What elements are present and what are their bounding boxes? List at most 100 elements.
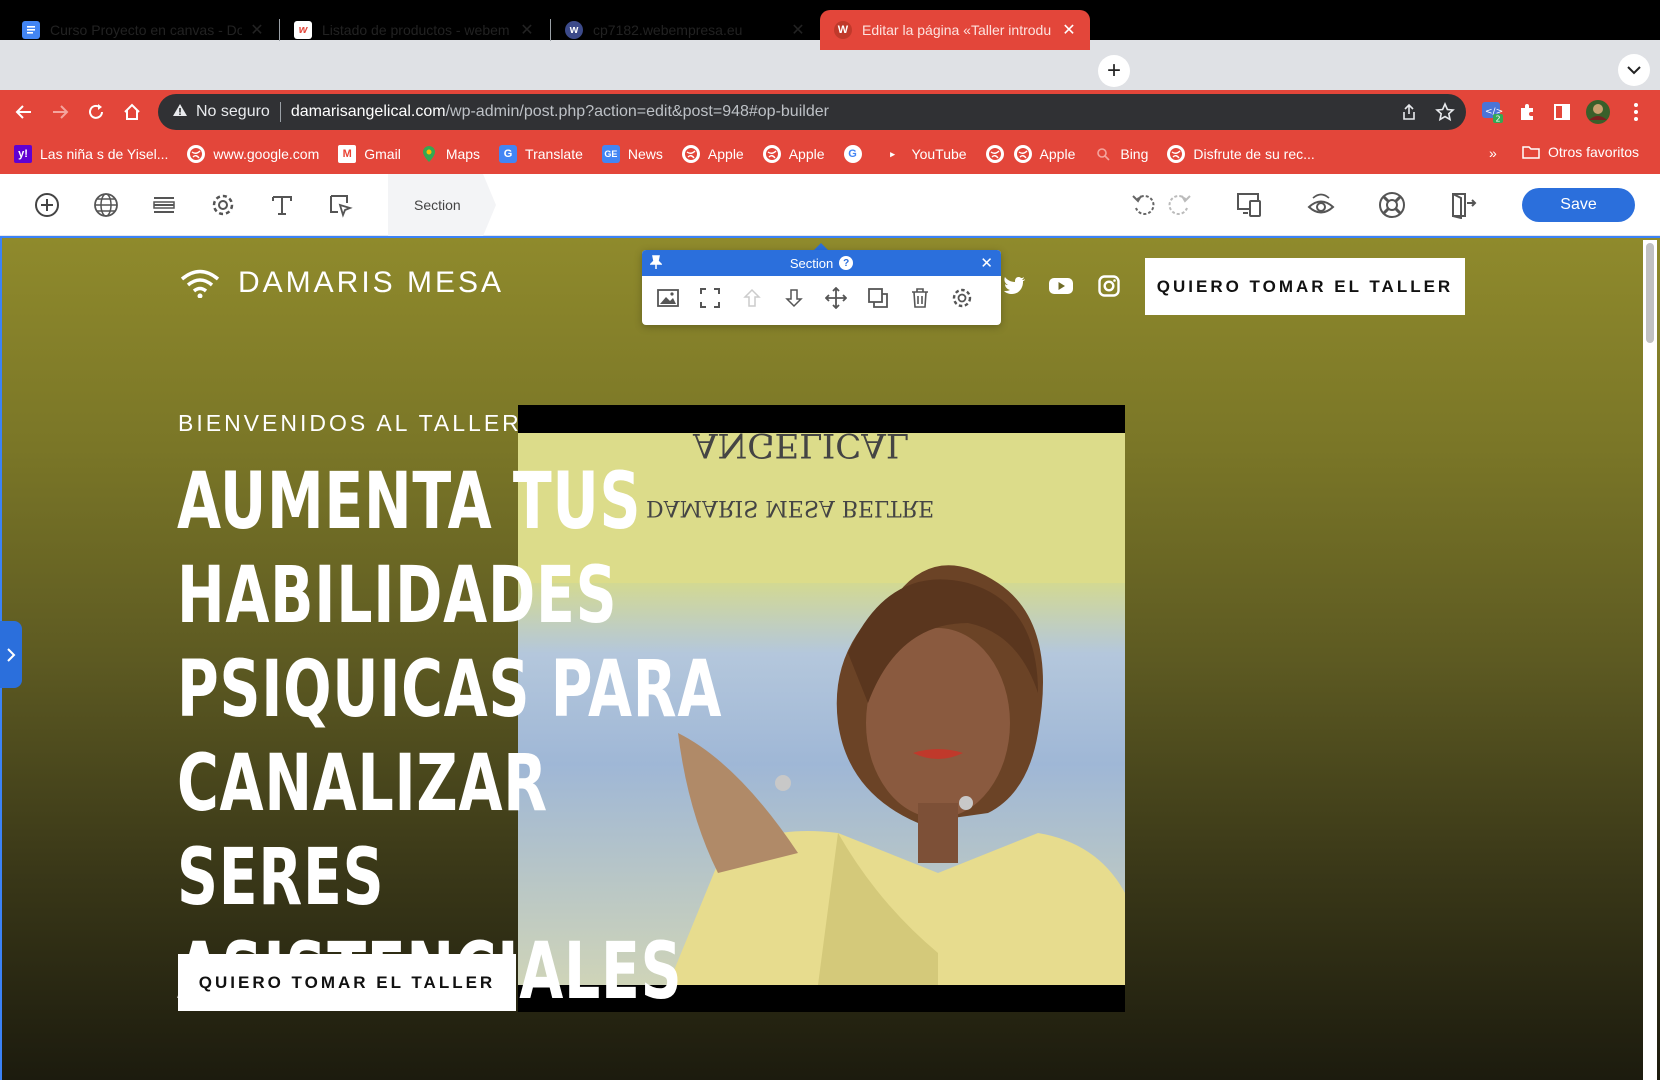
- duplicate-button[interactable]: [866, 286, 890, 310]
- devtools-extension-button[interactable]: </> 2: [1480, 100, 1504, 124]
- bookmark-label: Las niña s de Yisel...: [40, 146, 169, 162]
- move-down-button[interactable]: [782, 286, 806, 310]
- canvas-scrollbar[interactable]: [1643, 240, 1657, 1080]
- hero-cta-button[interactable]: QUIERO TOMAR EL TALLER: [178, 954, 516, 1011]
- reload-button[interactable]: [84, 100, 108, 124]
- page-settings-button[interactable]: [209, 191, 237, 219]
- trash-icon: [912, 288, 928, 308]
- tab-search-button[interactable]: [1618, 54, 1650, 86]
- bookmark-item[interactable]: M Gmail: [338, 145, 401, 163]
- background-image-button[interactable]: [656, 286, 680, 310]
- star-icon: [1435, 102, 1455, 122]
- undo-button[interactable]: [1130, 191, 1158, 219]
- drag-move-button[interactable]: [824, 286, 848, 310]
- bookmark-label: Gmail: [364, 146, 401, 162]
- select-element-button[interactable]: [326, 191, 354, 219]
- browser-tab-products[interactable]: w Listado de productos - webem ✕: [280, 10, 548, 50]
- close-icon[interactable]: ✕: [980, 254, 993, 272]
- add-element-button[interactable]: [33, 191, 61, 219]
- bookmark-item[interactable]: Apple: [762, 145, 825, 163]
- delete-button[interactable]: [908, 286, 932, 310]
- instagram-link[interactable]: [1096, 273, 1122, 299]
- bookmark-item[interactable]: [985, 145, 1004, 163]
- security-label[interactable]: No seguro: [196, 103, 270, 121]
- bookmark-item[interactable]: GE News: [601, 145, 663, 163]
- help-button[interactable]: [1378, 191, 1406, 219]
- bookmark-star-button[interactable]: [1433, 100, 1457, 124]
- save-button[interactable]: Save: [1522, 188, 1635, 222]
- browser-tab-cpanel[interactable]: w cp7182.webempresa.eu ✕: [551, 10, 819, 50]
- home-button[interactable]: [120, 100, 144, 124]
- redo-button[interactable]: [1165, 191, 1193, 219]
- back-arrow-icon: [15, 105, 31, 119]
- bookmark-item[interactable]: Apple: [681, 145, 744, 163]
- wordpress-icon: W: [834, 21, 852, 39]
- address-divider: [279, 102, 281, 122]
- forward-button[interactable]: [48, 100, 72, 124]
- youtube-link[interactable]: [1048, 273, 1074, 299]
- section-toolbar-popup: Section ? ✕: [642, 250, 1001, 325]
- arrow-up-icon: [743, 288, 761, 307]
- header-cta-button[interactable]: QUIERO TOMAR EL TALLER: [1145, 258, 1465, 315]
- breadcrumb[interactable]: Section: [388, 174, 496, 236]
- eye-icon: [1307, 193, 1335, 214]
- popup-caret: [814, 243, 828, 250]
- chevron-down-icon: [1627, 66, 1641, 75]
- browser-tab-editor[interactable]: W Editar la página «Taller introdu ✕: [820, 10, 1090, 50]
- url-path: /wp-admin/post.php?action=edit&post=948#…: [445, 103, 829, 120]
- side-panel-button[interactable]: [1550, 100, 1574, 124]
- close-tab-icon[interactable]: ✕: [789, 20, 807, 40]
- bookmark-item[interactable]: G: [843, 145, 870, 163]
- code-extension-icon: </>2: [1482, 102, 1503, 123]
- bookmark-item[interactable]: ▸ YouTube: [884, 145, 966, 163]
- forward-arrow-icon: [53, 105, 69, 119]
- bookmark-item[interactable]: Disfrute de su rec...: [1167, 145, 1315, 163]
- fullscreen-button[interactable]: [698, 286, 722, 310]
- cursor-select-icon: [330, 195, 353, 218]
- responsive-view-button[interactable]: [1236, 191, 1264, 219]
- typography-button[interactable]: [268, 191, 296, 219]
- logo-text: DAMARIS MESA: [238, 266, 505, 299]
- site-logo[interactable]: DAMARIS MESA: [180, 266, 504, 300]
- bookmark-item[interactable]: y! Las niña s de Yisel...: [14, 145, 168, 163]
- preview-button[interactable]: [1307, 191, 1335, 219]
- bookmark-item[interactable]: www.google.com: [187, 145, 319, 163]
- popup-title: Section: [789, 255, 834, 271]
- pin-icon[interactable]: [649, 255, 663, 272]
- browser-tab-docs[interactable]: Curso Proyecto en canvas - Do ✕: [8, 10, 278, 50]
- webempresa-icon: w: [294, 21, 312, 39]
- maps-icon: [420, 145, 438, 163]
- close-tab-icon[interactable]: ✕: [248, 20, 266, 40]
- tab-title: Listado de productos - webem: [322, 22, 510, 38]
- close-tab-icon[interactable]: ✕: [1060, 20, 1078, 40]
- bookmark-item[interactable]: Maps: [420, 145, 480, 163]
- global-settings-button[interactable]: [92, 191, 120, 219]
- help-icon[interactable]: ?: [839, 256, 854, 270]
- close-tab-icon[interactable]: ✕: [518, 20, 536, 40]
- move-up-button[interactable]: [740, 286, 764, 310]
- layers-button[interactable]: [150, 191, 178, 219]
- other-bookmarks-folder[interactable]: Otros favoritos: [1522, 144, 1639, 160]
- bookmarks-overflow-button[interactable]: »: [1489, 145, 1497, 161]
- browser-menu-button[interactable]: [1624, 100, 1648, 124]
- section-settings-button[interactable]: [950, 286, 974, 310]
- side-panel-toggle[interactable]: [0, 621, 22, 688]
- twitter-link[interactable]: [1001, 273, 1027, 299]
- warning-icon: [172, 103, 188, 122]
- globe-icon: [1167, 145, 1186, 163]
- bookmark-item[interactable]: Bing: [1094, 145, 1148, 163]
- profile-avatar[interactable]: [1586, 100, 1610, 124]
- address-bar[interactable]: No seguro damarisangelical.com/wp-admin/…: [158, 94, 1466, 130]
- share-button[interactable]: [1397, 100, 1421, 124]
- chevron-right-icon: [7, 647, 16, 662]
- new-tab-button[interactable]: +: [1098, 55, 1130, 87]
- back-button[interactable]: [12, 100, 36, 124]
- add-circle-icon: [35, 193, 59, 217]
- bookmark-label: Maps: [445, 146, 481, 162]
- bookmark-item[interactable]: G Translate: [499, 145, 583, 163]
- canvas-scrollbar-thumb[interactable]: [1646, 243, 1654, 343]
- extensions-button[interactable]: [1515, 100, 1539, 124]
- bookmark-item[interactable]: Apple: [1013, 145, 1075, 163]
- exit-builder-button[interactable]: [1449, 191, 1477, 219]
- welcome-subtitle: BIENVENIDOS AL TALLER:: [178, 410, 532, 436]
